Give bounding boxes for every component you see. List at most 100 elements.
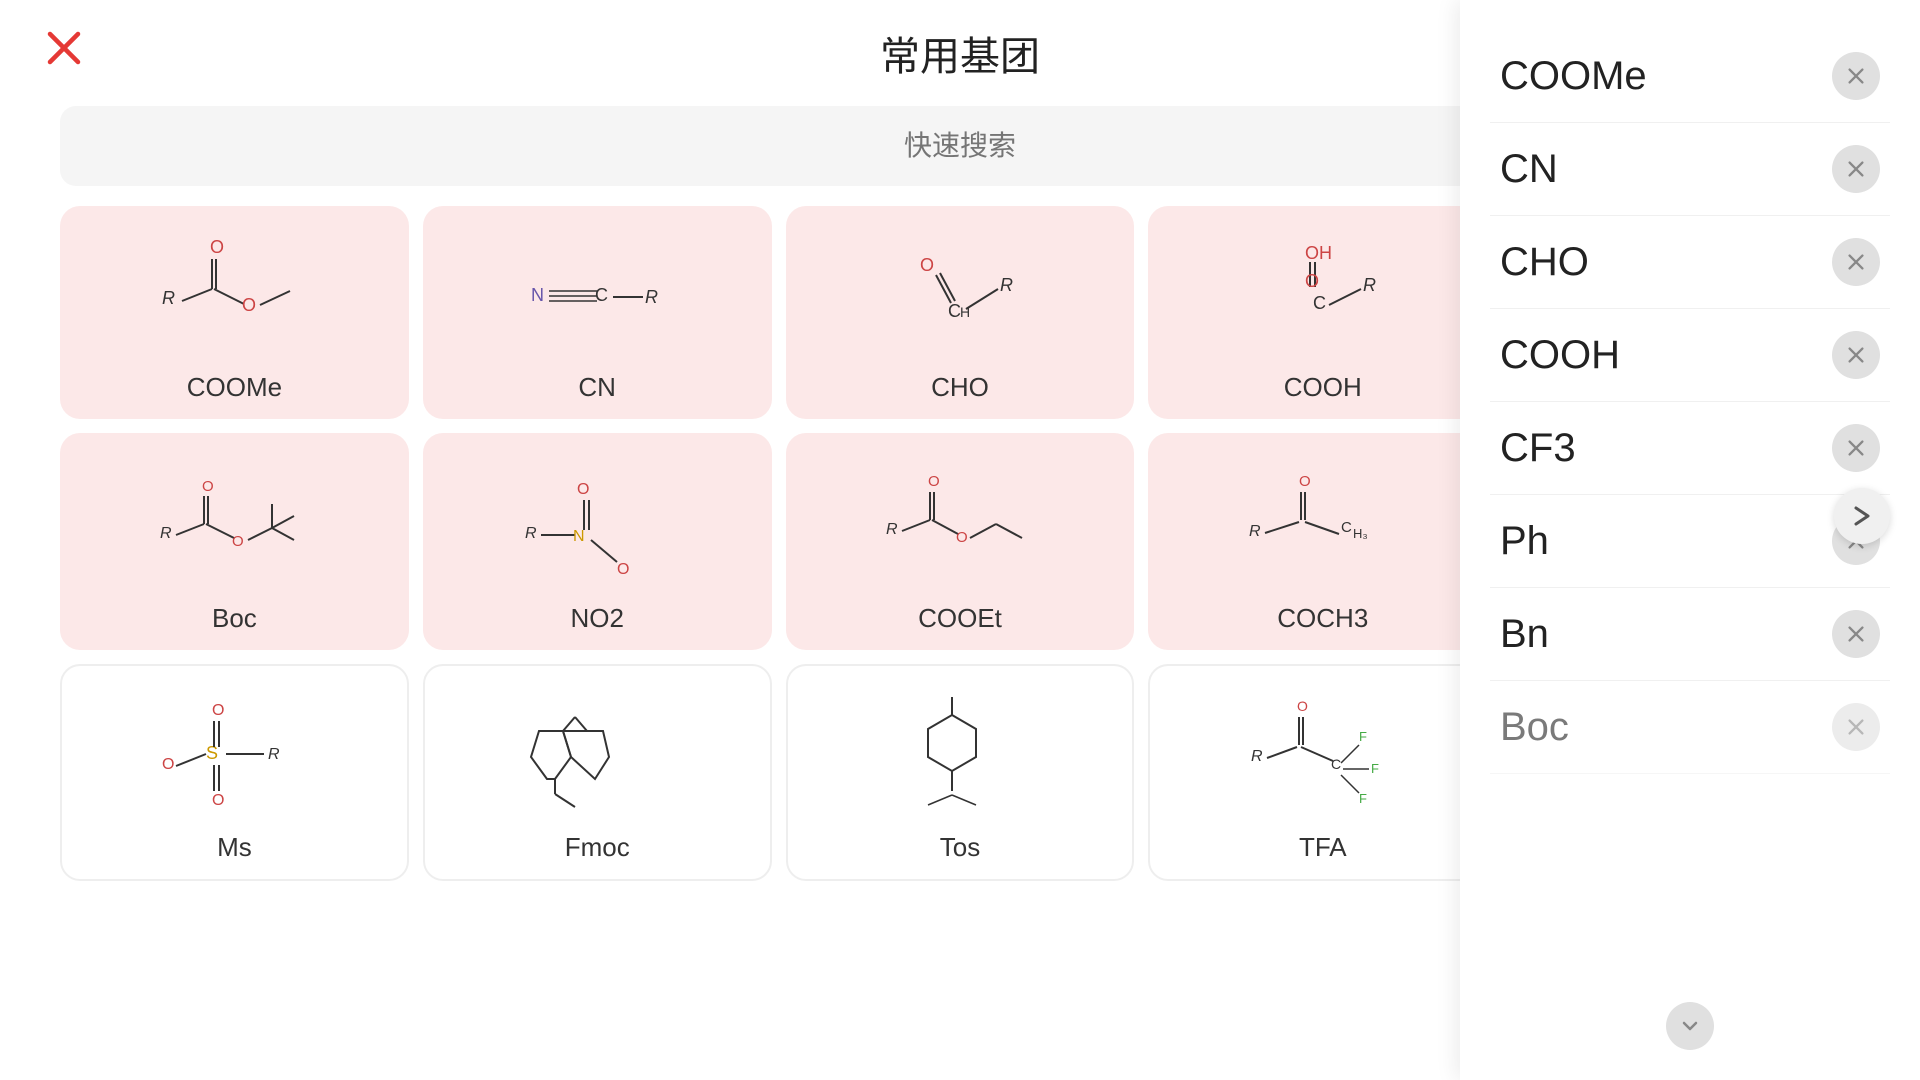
svg-text:N: N bbox=[573, 528, 585, 545]
svg-text:R: R bbox=[1251, 748, 1263, 765]
panel-item-CF3: CF3 bbox=[1490, 402, 1890, 495]
chem-label-NO2: NO2 bbox=[570, 603, 623, 634]
svg-text:O: O bbox=[212, 702, 224, 719]
chem-label-Boc: Boc bbox=[212, 603, 257, 634]
panel-close-CN[interactable] bbox=[1832, 145, 1880, 193]
panel-close-COOH[interactable] bbox=[1832, 331, 1880, 379]
svg-text:R: R bbox=[1363, 275, 1376, 295]
svg-text:R: R bbox=[1249, 523, 1261, 540]
svg-text:R: R bbox=[160, 525, 172, 542]
svg-text:F: F bbox=[1359, 791, 1367, 806]
chem-label-CN: CN bbox=[578, 372, 616, 403]
chem-structure-COCH3: R O C H₃ bbox=[1160, 451, 1485, 591]
svg-text:O: O bbox=[928, 473, 940, 490]
panel-scroll-down-button[interactable] bbox=[1666, 1002, 1714, 1050]
svg-text:O: O bbox=[210, 237, 224, 257]
grid-item-Tos[interactable]: Tos bbox=[786, 664, 1135, 881]
grid-item-Fmoc[interactable]: Fmoc bbox=[423, 664, 772, 881]
chem-structure-Ms: O S O O R bbox=[74, 684, 395, 824]
grid-item-COOH[interactable]: OH O C R COOH bbox=[1148, 206, 1497, 419]
panel-item-Ph: Ph bbox=[1490, 495, 1890, 588]
chem-structure-Tos bbox=[800, 684, 1121, 824]
svg-text:OH: OH bbox=[1305, 243, 1332, 263]
panel-item-COOH: COOH bbox=[1490, 309, 1890, 402]
chem-structure-Boc: R O O bbox=[72, 451, 397, 591]
svg-text:C: C bbox=[1331, 756, 1341, 772]
panel-item-Bn: Bn bbox=[1490, 588, 1890, 681]
panel-item-COOMe: COOMe bbox=[1490, 30, 1890, 123]
panel-label-Bn: Bn bbox=[1500, 612, 1549, 657]
panel-item-CHO: CHO bbox=[1490, 216, 1890, 309]
chem-label-Ms: Ms bbox=[217, 832, 252, 863]
panel-label-CN: CN bbox=[1500, 147, 1558, 192]
svg-text:O: O bbox=[577, 481, 589, 498]
svg-text:O: O bbox=[232, 533, 244, 550]
svg-text:H₃: H₃ bbox=[1353, 526, 1368, 541]
grid-item-COOMe[interactable]: R O O COOMe bbox=[60, 206, 409, 419]
svg-text:O: O bbox=[956, 529, 968, 546]
svg-text:O: O bbox=[162, 756, 174, 773]
svg-text:O: O bbox=[242, 295, 256, 315]
svg-text:O: O bbox=[1299, 473, 1311, 490]
close-button[interactable] bbox=[40, 24, 88, 72]
chem-label-TFA: TFA bbox=[1299, 832, 1347, 863]
chem-label-COOEt: COOEt bbox=[918, 603, 1002, 634]
chem-label-COOMe: COOMe bbox=[187, 372, 282, 403]
page-title: 常用基团 bbox=[880, 24, 1040, 82]
chem-structure-CN: N C R bbox=[435, 224, 760, 364]
chem-label-COCH3: COCH3 bbox=[1277, 603, 1368, 634]
svg-text:R: R bbox=[525, 525, 537, 542]
grid-item-CN[interactable]: N C R CN bbox=[423, 206, 772, 419]
grid-item-CHO[interactable]: O C H R CHO bbox=[786, 206, 1135, 419]
grid-item-NO2[interactable]: R N O O NO2 bbox=[423, 433, 772, 650]
chem-structure-COOMe: R O O bbox=[72, 224, 397, 364]
chem-label-Tos: Tos bbox=[940, 832, 980, 863]
panel-label-CHO: CHO bbox=[1500, 240, 1589, 285]
grid-item-Boc[interactable]: R O O Boc bbox=[60, 433, 409, 650]
panel-close-CHO[interactable] bbox=[1832, 238, 1880, 286]
svg-text:O: O bbox=[202, 478, 214, 495]
chem-structure-NO2: R N O O bbox=[435, 451, 760, 591]
svg-text:F: F bbox=[1371, 761, 1379, 776]
panel-label-Boc-partial: Boc bbox=[1500, 705, 1569, 750]
chem-label-COOH: COOH bbox=[1284, 372, 1362, 403]
chem-structure-COOEt: R O O bbox=[798, 451, 1123, 591]
panel-close-COOMe[interactable] bbox=[1832, 52, 1880, 100]
chem-structure-CHO: O C H R bbox=[798, 224, 1123, 364]
svg-text:O: O bbox=[617, 561, 629, 578]
panel-item-CN: CN bbox=[1490, 123, 1890, 216]
svg-text:S: S bbox=[206, 743, 218, 763]
svg-text:O: O bbox=[920, 255, 934, 275]
svg-text:C: C bbox=[1341, 519, 1352, 536]
panel-close-CF3[interactable] bbox=[1832, 424, 1880, 472]
svg-text:N: N bbox=[531, 285, 544, 305]
svg-text:R: R bbox=[1000, 275, 1013, 295]
svg-text:R: R bbox=[886, 521, 898, 538]
chem-structure-Fmoc bbox=[437, 684, 758, 824]
panel-label-COOH: COOH bbox=[1500, 333, 1620, 378]
panel-label-Ph: Ph bbox=[1500, 519, 1549, 564]
svg-text:O: O bbox=[1297, 698, 1308, 714]
panel-label-COOMe: COOMe bbox=[1500, 54, 1647, 99]
svg-text:R: R bbox=[645, 287, 658, 307]
panel-close-Boc-partial[interactable] bbox=[1832, 703, 1880, 751]
grid-item-Ms[interactable]: O S O O R Ms bbox=[60, 664, 409, 881]
grid-item-TFA[interactable]: R O C F F F TFA bbox=[1148, 664, 1497, 881]
grid-item-COOEt[interactable]: R O O COOEt bbox=[786, 433, 1135, 650]
chem-structure-COOH: OH O C R bbox=[1160, 224, 1485, 364]
panel-close-Bn[interactable] bbox=[1832, 610, 1880, 658]
svg-text:O: O bbox=[212, 792, 224, 809]
chem-label-CHO: CHO bbox=[931, 372, 989, 403]
panel-item-Boc-partial: Boc bbox=[1490, 681, 1890, 774]
svg-text:R: R bbox=[162, 288, 175, 308]
grid-item-COCH3[interactable]: R O C H₃ COCH3 bbox=[1148, 433, 1497, 650]
svg-text:C: C bbox=[595, 285, 608, 305]
svg-text:O: O bbox=[1305, 271, 1319, 291]
svg-text:R: R bbox=[268, 746, 280, 763]
chem-label-Fmoc: Fmoc bbox=[565, 832, 630, 863]
svg-text:F: F bbox=[1359, 729, 1367, 744]
next-page-button[interactable] bbox=[1834, 488, 1890, 544]
chem-structure-TFA: R O C F F F bbox=[1162, 684, 1483, 824]
panel-label-CF3: CF3 bbox=[1500, 426, 1576, 471]
svg-text:C: C bbox=[1313, 293, 1326, 313]
